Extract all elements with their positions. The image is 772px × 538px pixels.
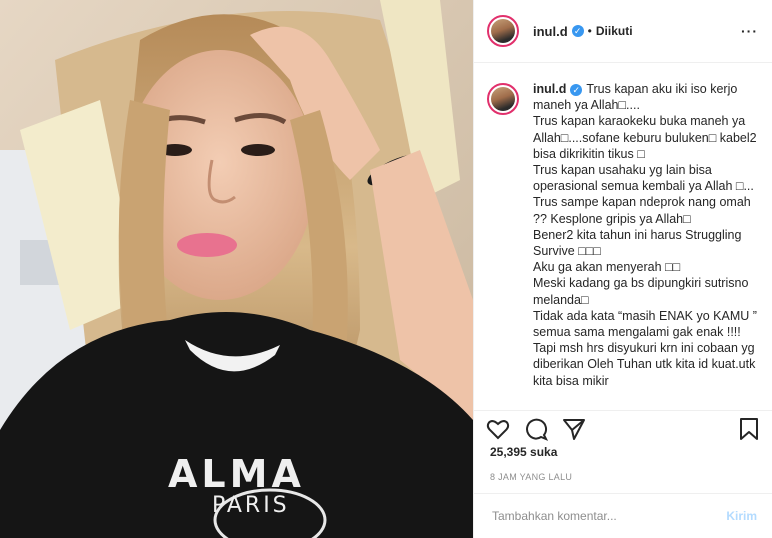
comment-icon[interactable]	[524, 417, 549, 441]
heart-icon[interactable]	[486, 417, 510, 441]
post-header: inul.d ✓ • Diikuti ···	[474, 0, 772, 63]
shirt-city-text: PARIS	[212, 493, 290, 518]
share-icon[interactable]	[562, 417, 586, 441]
separator-dot: •	[587, 24, 592, 38]
caption: inul.d ✓ Trus kapan aku iki iso kerjo mane…	[487, 81, 762, 389]
bookmark-icon[interactable]	[737, 417, 761, 441]
likes-count[interactable]: 25,395 suka	[490, 445, 557, 459]
caption-text-block: inul.d ✓ Trus kapan aku iki iso kerjo mane…	[533, 81, 762, 389]
comment-bar: Kirim	[474, 493, 772, 538]
post-side-panel: inul.d ✓ • Diikuti ··· inul.d ✓ Trus kapan…	[473, 0, 772, 538]
send-comment-button[interactable]: Kirim	[726, 509, 757, 523]
comment-input[interactable]	[490, 508, 727, 524]
caption-avatar[interactable]	[487, 83, 519, 115]
verified-badge-icon: ✓	[570, 84, 583, 96]
avatar-image	[491, 87, 515, 111]
avatar-image	[491, 19, 515, 43]
verified-badge-icon: ✓	[571, 25, 584, 37]
more-options-icon[interactable]: ···	[741, 23, 758, 39]
avatar[interactable]	[487, 15, 519, 47]
action-bar	[474, 410, 772, 447]
post-timestamp[interactable]: 8 JAM YANG LALU	[490, 472, 572, 482]
caption-username-link[interactable]: inul.d	[533, 82, 566, 96]
username-link[interactable]: inul.d	[533, 24, 568, 39]
caption-text: Trus kapan aku iki iso kerjo maneh ya Al…	[533, 82, 757, 388]
post-container: ALMA PARIS inul.d ✓ • Diikuti ··· inul.d…	[0, 0, 772, 538]
post-photo[interactable]: ALMA PARIS	[0, 0, 473, 538]
follow-button[interactable]: Diikuti	[596, 24, 633, 38]
shirt-brand-text: ALMA	[168, 452, 305, 496]
